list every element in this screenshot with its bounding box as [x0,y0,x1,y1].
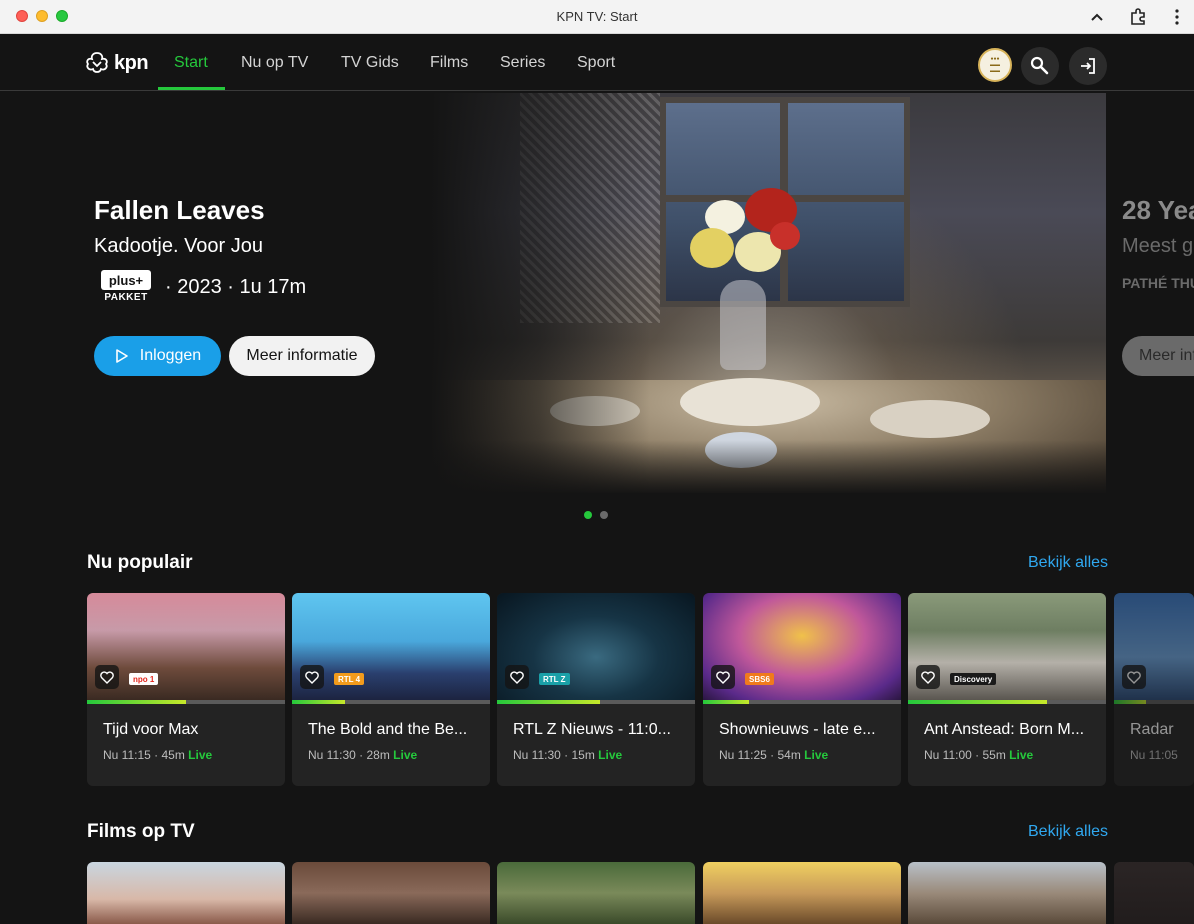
next-hero-subtitle: Meest gekeken [1122,235,1194,257]
favorite-heart-icon[interactable] [300,665,324,689]
kpn-crown-icon [86,52,108,73]
window-title: KPN TV: Start [556,9,638,24]
nav-series[interactable]: Series [500,34,545,91]
progress-bar [908,700,1106,704]
card-title: The Bold and the Be... [308,721,468,738]
card-meta: Nu 11:30 · 15m Live [513,748,622,762]
popular-card[interactable]: Discovery Ant Anstead: Born M... Nu 11:0… [908,593,1106,786]
login-button[interactable]: Inloggen [94,336,221,376]
channel-logo: RTL Z [539,673,570,685]
chevron-up-icon[interactable] [1086,6,1108,28]
next-hero-slide[interactable]: 28 Years Later Meest gekeken PATHÉ THUIS… [1106,91,1194,501]
window-titlebar: KPN TV: Start [0,0,1194,34]
card-title: Radar [1130,721,1174,738]
carousel-dot-2[interactable] [600,511,608,519]
card-time: Nu 11:25 · 54m [719,748,801,762]
card-meta: Nu 11:30 · 28m Live [308,748,417,762]
live-label: Live [393,748,418,762]
card-title: Shownieuws - late e... [719,721,876,738]
favorite-heart-icon[interactable] [1122,665,1146,689]
popular-card-partial[interactable]: Radar Nu 11:05 [1114,593,1194,786]
card-time: Nu 11:30 · 28m [308,748,390,762]
next-hero-provider-logo: PATHÉ THUIS [1122,275,1194,291]
live-label: Live [1009,748,1034,762]
film-card[interactable] [497,862,695,924]
search-icon [1030,56,1049,75]
popular-card[interactable]: RTL Z RTL Z Nieuws - 11:0... Nu 11:30 · … [497,593,695,786]
popular-section-title: Nu populair [87,552,193,573]
nav-tv-gids[interactable]: TV Gids [341,34,399,91]
nav-sport[interactable]: Sport [577,34,615,91]
top-navigation: kpn Start Nu op TV TV Gids Films Series … [0,34,1194,91]
channel-logo: SBS6 [745,673,774,685]
more-info-button[interactable]: Meer informatie [229,336,375,376]
hero-title: Fallen Leaves [94,195,265,225]
nav-films[interactable]: Films [430,34,468,91]
next-hero-title: 28 Years Later [1122,195,1194,225]
live-label: Live [598,748,623,762]
card-title: Tijd voor Max [103,721,199,738]
card-title: RTL Z Nieuws - 11:0... [513,721,671,738]
channel-logo: npo 1 [129,673,159,685]
card-time: Nu 11:15 · 45m [103,748,185,762]
progress-bar [703,700,901,704]
card-time: Nu 11:05 [1130,748,1178,762]
card-time: Nu 11:00 · 55m [924,748,1006,762]
card-meta: Nu 11:00 · 55m Live [924,748,1033,762]
film-card[interactable] [292,862,490,924]
progress-bar [497,700,695,704]
progress-bar [292,700,490,704]
films-section-title: Films op TV [87,821,195,842]
favorite-heart-icon[interactable] [711,665,735,689]
package-badge-bottom: PAKKET [104,292,148,303]
card-time: Nu 11:30 · 15m [513,748,595,762]
card-title: Ant Anstead: Born M... [924,721,1085,738]
favorite-heart-icon[interactable] [916,665,940,689]
card-meta: Nu 11:05 [1130,748,1178,762]
progress-bar [1114,700,1194,704]
search-button[interactable] [1021,47,1059,85]
login-nav-button[interactable] [1069,47,1107,85]
hero-meta: · 2023 · 1u 17m [165,276,307,298]
nav-start[interactable]: Start [174,34,208,91]
extension-icon[interactable] [1127,6,1149,28]
award-badge-icon[interactable]: ●●● ▬▬ ▬▬ [978,48,1012,82]
films-see-all-link[interactable]: Bekijk alles [1028,823,1108,841]
popular-see-all-link[interactable]: Bekijk alles [1028,554,1108,572]
popular-card[interactable]: npo 1 Tijd voor Max Nu 11:15 · 45m Live [87,593,285,786]
film-card[interactable] [703,862,901,924]
nav-nu-op-tv[interactable]: Nu op TV [241,34,308,91]
card-meta: Nu 11:15 · 45m Live [103,748,212,762]
popular-card[interactable]: SBS6 Shownieuws - late e... Nu 11:25 · 5… [703,593,901,786]
popular-card[interactable]: RTL 4 The Bold and the Be... Nu 11:30 · … [292,593,490,786]
kpn-logo[interactable]: kpn [84,50,149,76]
favorite-heart-icon[interactable] [95,665,119,689]
logo-text: kpn [114,51,149,74]
next-hero-button[interactable]: Meer informatie [1122,336,1194,376]
channel-logo: Discovery [950,673,997,685]
hero-subtitle: Kadootje. Voor Jou [94,235,264,257]
channel-logo: RTL 4 [334,673,365,685]
live-label: Live [188,748,213,762]
film-card[interactable] [87,862,285,924]
login-button-label: Inloggen [139,347,202,364]
film-card[interactable] [908,862,1106,924]
plus-pakket-badge: plus+ PAKKET [101,270,151,304]
sign-in-icon [1081,58,1095,74]
progress-bar [87,700,285,704]
live-label: Live [804,748,829,762]
active-tab-indicator [158,87,225,90]
play-icon [115,349,128,363]
film-card-partial[interactable] [1114,862,1194,924]
package-badge-top: plus+ [101,270,151,290]
favorite-heart-icon[interactable] [505,665,529,689]
more-menu-icon[interactable] [1166,6,1188,28]
carousel-dot-1[interactable] [584,511,592,519]
card-meta: Nu 11:25 · 54m Live [719,748,828,762]
